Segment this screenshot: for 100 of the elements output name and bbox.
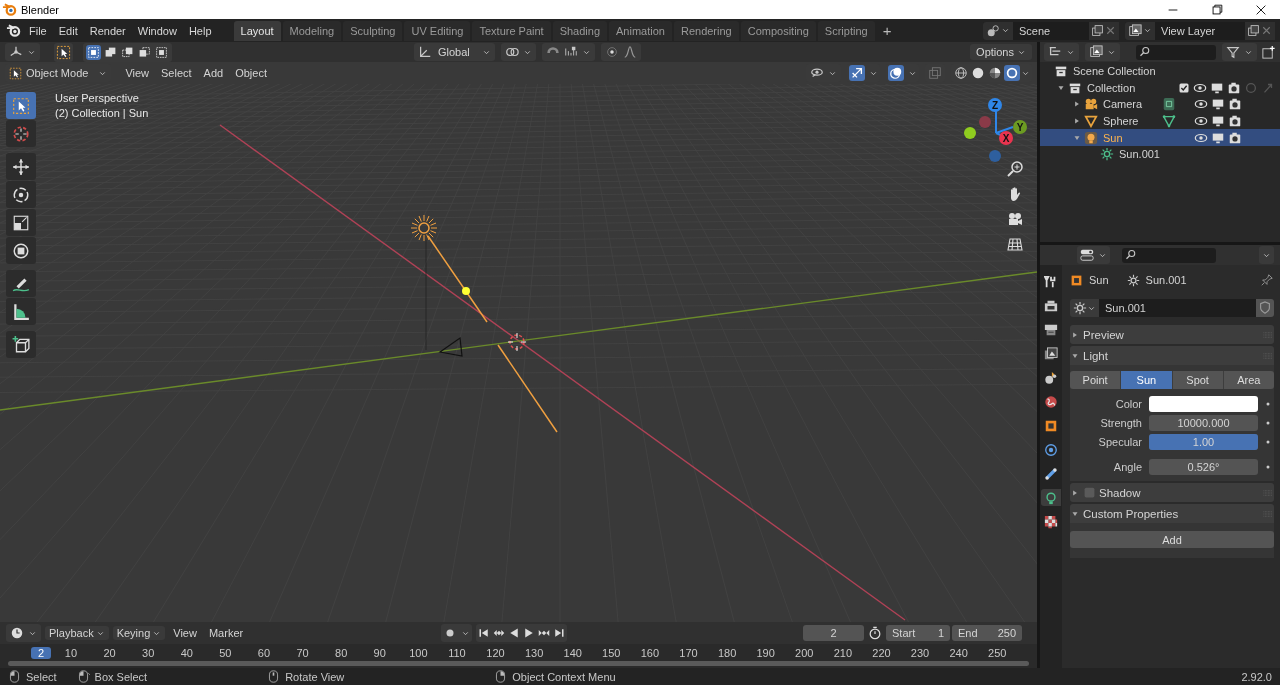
scrollbar[interactable] <box>8 661 1029 666</box>
3d-cursor-icon[interactable] <box>507 332 527 352</box>
workspace-tab[interactable]: Shading <box>552 20 608 41</box>
outliner-row[interactable]: Camera <box>1040 96 1280 113</box>
zoom-icon[interactable] <box>1007 161 1023 177</box>
panel-header[interactable]: Custom Properties <box>1070 504 1274 523</box>
cursor-tool-icon[interactable] <box>6 120 36 147</box>
copy-icon[interactable] <box>1247 24 1260 37</box>
jump-end-icon[interactable] <box>553 627 565 639</box>
copy-icon[interactable] <box>1091 24 1104 37</box>
add-button[interactable]: Add <box>1070 531 1274 548</box>
camera-render-icon[interactable] <box>1228 97 1242 112</box>
menu-item[interactable]: File <box>23 24 53 37</box>
camera-render-icon[interactable] <box>1228 130 1242 145</box>
camera-icon[interactable] <box>1007 211 1023 227</box>
outliner-row[interactable]: Sun.001 <box>1040 145 1280 163</box>
menu-item[interactable]: Select <box>155 67 198 79</box>
menu-item[interactable]: Playback <box>45 626 109 640</box>
panel-header[interactable]: Preview <box>1070 325 1274 344</box>
editor-type-dropdown[interactable] <box>1077 246 1110 264</box>
camera-render-icon[interactable] <box>1227 80 1241 95</box>
menu-item[interactable]: Marker <box>204 626 248 640</box>
stopwatch-icon[interactable] <box>868 626 882 640</box>
navigation-gizmo[interactable]: Z Y X <box>964 98 1027 162</box>
playhead-frame[interactable]: 2 <box>31 646 51 659</box>
options-button[interactable]: Options <box>970 44 1032 60</box>
menu-item[interactable]: Object <box>229 67 273 79</box>
light-type-button[interactable]: Area <box>1223 371 1274 389</box>
workspace-tab[interactable]: Layout <box>233 20 281 41</box>
menu-item[interactable]: Add <box>197 67 230 79</box>
menu-item[interactable]: View <box>169 626 201 640</box>
sun-lamp-drawing[interactable] <box>410 214 558 433</box>
color-swatch[interactable] <box>1149 395 1258 412</box>
search-field[interactable] <box>1122 247 1216 263</box>
workspace-tab[interactable]: Scripting <box>817 20 875 41</box>
pivot-dropdown[interactable] <box>500 43 536 61</box>
workspace-tab[interactable]: Texture Paint <box>472 20 551 41</box>
view-layer-selector[interactable]: View Layer <box>1125 21 1275 40</box>
grid-icon[interactable] <box>1007 236 1023 252</box>
play-reverse-icon[interactable] <box>508 627 520 639</box>
display-mode-dropdown[interactable] <box>1044 43 1079 61</box>
checkbox[interactable] <box>1178 81 1190 94</box>
editor-type-dropdown[interactable] <box>5 43 40 61</box>
outliner-row[interactable]: Sphere <box>1040 112 1280 130</box>
number-field[interactable]: 10000.000 <box>1149 414 1258 431</box>
workspace-tab[interactable]: Compositing <box>740 20 816 41</box>
number-field[interactable]: 0.526° <box>1149 458 1258 475</box>
panel-header[interactable]: Shadow <box>1070 483 1274 502</box>
outliner-row[interactable]: Collection <box>1040 79 1280 97</box>
workspace-tab[interactable]: Sculpting <box>343 20 403 41</box>
maximize-icon[interactable] <box>1210 2 1224 17</box>
orientation-dropdown[interactable]: Global <box>414 43 495 61</box>
light-data-tab-icon[interactable] <box>1041 489 1061 506</box>
light-type-button[interactable]: Point <box>1070 371 1122 389</box>
menu-item[interactable]: View <box>119 67 156 79</box>
view-layer-dropdown[interactable] <box>1085 43 1120 61</box>
pin-icon[interactable] <box>1260 273 1274 287</box>
shield-icon[interactable] <box>1258 301 1272 315</box>
light-type-button[interactable]: Spot <box>1172 371 1224 389</box>
workspace-tab[interactable]: Rendering <box>673 20 739 41</box>
camera-render-icon[interactable] <box>1228 114 1242 129</box>
move-tool-icon[interactable] <box>6 153 36 180</box>
menu-item[interactable]: Render <box>83 24 132 37</box>
play-icon[interactable] <box>523 627 535 639</box>
transform-tool-icon[interactable] <box>6 237 36 264</box>
menu-item[interactable]: Help <box>182 24 218 37</box>
select-box-tool-icon[interactable] <box>6 92 36 119</box>
scale-tool-icon[interactable] <box>6 209 36 236</box>
rotate-tool-icon[interactable] <box>6 181 36 208</box>
snap-dropdown[interactable] <box>541 43 595 61</box>
menu-item[interactable]: Edit <box>52 24 84 37</box>
search-field[interactable] <box>1136 44 1216 60</box>
checkbox[interactable] <box>1083 486 1096 499</box>
previous-keyframe-icon[interactable] <box>493 627 505 639</box>
workspace-tab[interactable]: UV Editing <box>404 20 471 41</box>
light-type-button[interactable]: Sun <box>1121 371 1173 389</box>
monitor-icon[interactable] <box>1211 97 1225 112</box>
outliner-row[interactable]: Sun <box>1040 129 1280 146</box>
scene-selector[interactable]: Scene <box>983 21 1119 40</box>
annotate-tool-icon[interactable] <box>6 270 36 297</box>
add-cube-tool-icon[interactable] <box>6 331 36 358</box>
camera-drawing[interactable] <box>438 336 463 357</box>
measure-tool-icon[interactable] <box>6 298 36 325</box>
start-frame-field[interactable]: Start 1 <box>886 625 950 641</box>
workspace-tab[interactable]: Modeling <box>282 20 342 41</box>
select-tool-icon[interactable] <box>56 44 71 60</box>
new-collection-icon[interactable] <box>1261 44 1276 60</box>
jump-start-icon[interactable] <box>478 627 490 639</box>
menu-item[interactable]: Window <box>131 24 183 37</box>
editor-type-dropdown[interactable] <box>6 624 41 642</box>
filter-dropdown[interactable] <box>1222 43 1257 61</box>
menu-item[interactable]: Keying <box>112 626 166 640</box>
proportional-dropdown[interactable] <box>600 43 641 61</box>
workspace-tab[interactable]: Animation <box>609 20 672 41</box>
blender-menu-icon[interactable] <box>6 23 21 38</box>
end-frame-field[interactable]: End 250 <box>952 625 1022 641</box>
add-workspace-button[interactable]: + <box>876 22 898 39</box>
monitor-icon[interactable] <box>1211 114 1225 129</box>
panel-header[interactable]: Light <box>1070 346 1274 365</box>
current-frame-field[interactable]: 2 <box>803 625 864 641</box>
